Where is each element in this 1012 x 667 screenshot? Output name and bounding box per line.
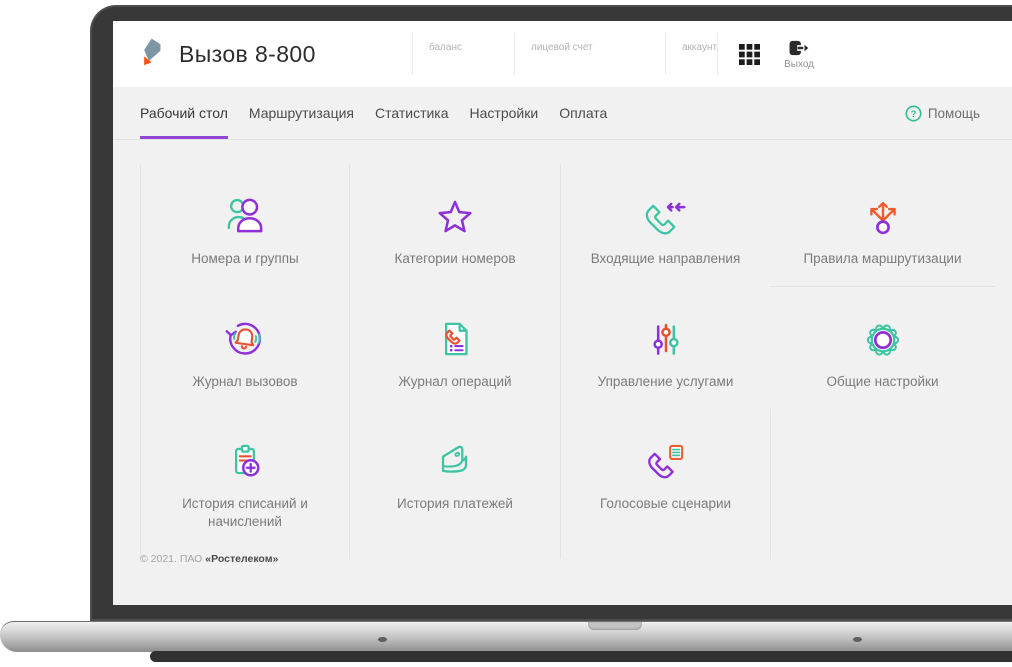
dashboard-tile[interactable]: Категории номеров	[349, 164, 560, 287]
nav-tab[interactable]: Настройки	[470, 87, 539, 139]
logout-label: Выход	[784, 58, 815, 70]
brand[interactable]: Вызов 8-800	[140, 37, 412, 71]
wallet-icon	[430, 436, 480, 486]
dashboard-tile[interactable]: История списаний и начислений	[140, 409, 349, 559]
rostelecom-logo	[144, 38, 161, 66]
page: Вызов 8-800 баланс лицевой счет аккаунт	[0, 0, 1012, 667]
nav-tab-label: Оплата	[559, 104, 608, 121]
laptop-latch-notch	[588, 622, 642, 630]
dashboard-tile[interactable]: Номера и группы	[140, 164, 349, 287]
dashboard-tile-label: Входящие направления	[590, 251, 741, 266]
app-header: Вызов 8-800 баланс лицевой счет аккаунт	[113, 21, 1012, 87]
incoming-call-icon	[641, 191, 691, 241]
nav-tab[interactable]: Статистика	[375, 87, 449, 139]
logout-button[interactable]: Выход	[784, 39, 814, 70]
laptop-base	[0, 621, 1012, 652]
dashboard-tile-label: Журнал операций	[398, 374, 512, 389]
copyright-prefix: © 2021. ПАО	[140, 553, 206, 565]
help-icon: ?	[905, 104, 922, 122]
users-icon	[220, 191, 270, 241]
header-fields: баланс лицевой счет аккаунт	[412, 33, 717, 75]
header-field-label: баланс	[429, 42, 462, 53]
dashboard: Номера и группы Категории номеров Входящ…	[113, 140, 1012, 605]
clipboard-plus-icon	[220, 436, 270, 486]
laptop-foot	[853, 637, 862, 642]
laptop-screen: Вызов 8-800 баланс лицевой счет аккаунт	[113, 21, 1012, 605]
dashboard-tile[interactable]: История платежей	[349, 409, 560, 559]
voice-script-icon	[641, 436, 691, 486]
dashboard-tile-label: Журнал вызовов	[192, 374, 298, 389]
star-icon	[430, 191, 480, 241]
dashboard-tile-label: История списаний и начислений	[182, 496, 308, 529]
dashboard-tile-label: Общие настройки	[826, 374, 939, 389]
sliders-icon	[641, 314, 691, 364]
gear-icon	[858, 314, 908, 364]
grid-apps-icon[interactable]	[739, 43, 761, 65]
laptop-foot	[378, 637, 387, 642]
dashboard-tile[interactable]: Общие настройки	[770, 287, 995, 409]
nav-tab-label: Настройки	[469, 104, 539, 121]
dashboard-tile-label: Номера и группы	[191, 251, 299, 266]
nav-tab[interactable]: Маршрутизация	[249, 87, 354, 139]
laptop-base-underside	[150, 651, 1012, 662]
dashboard-tile[interactable]: Правила маршрутизации	[770, 164, 995, 287]
help-label: Помощь	[927, 105, 980, 121]
svg-text:?: ?	[910, 108, 916, 119]
operations-log-icon	[430, 314, 480, 364]
copyright-company: «Ростелеком»	[205, 553, 279, 565]
dashboard-tile-label: Категории номеров	[394, 251, 516, 266]
tabs-row: Рабочий стол Маршрутизация Статистика На…	[113, 87, 1012, 140]
app-title: Вызов 8-800	[179, 40, 316, 67]
header-field-label: лицевой счет	[531, 42, 593, 53]
dashboard-tile-label: Управление услугами	[597, 374, 734, 389]
nav-tab[interactable]: Оплата	[559, 87, 607, 139]
dashboard-tile-label: История платежей	[397, 496, 513, 511]
nav-tab-label: Статистика	[375, 104, 449, 121]
dashboard-tile[interactable]: Голосовые сценарии	[560, 409, 770, 559]
tile-grid: Номера и группы Категории номеров Входящ…	[140, 140, 995, 559]
routing-arrows-icon	[858, 191, 908, 241]
header-actions: Выход	[717, 33, 1012, 75]
dashboard-tile[interactable]: Управление услугами	[560, 287, 770, 409]
dashboard-tile-label: Правила маршрутизации	[803, 251, 962, 266]
nav-tabs: Рабочий стол Маршрутизация Статистика На…	[140, 87, 607, 139]
dashboard-tile[interactable]: Журнал операций	[349, 287, 560, 409]
nav-tab-label: Маршрутизация	[248, 104, 354, 121]
call-log-icon	[220, 314, 270, 364]
nav-tab[interactable]: Рабочий стол	[140, 87, 228, 139]
header-field[interactable]: аккаунт	[665, 33, 717, 75]
dashboard-tile[interactable]: Входящие направления	[560, 164, 770, 287]
help-link[interactable]: ? Помощь	[905, 87, 980, 139]
logout-icon	[789, 40, 810, 55]
header-field[interactable]: баланс	[412, 33, 514, 75]
dashboard-tile[interactable]: Журнал вызовов	[140, 287, 349, 409]
nav-tab-label: Рабочий стол	[140, 104, 228, 121]
header-field-label: аккаунт	[682, 42, 718, 53]
dashboard-tile-label: Голосовые сценарии	[599, 496, 732, 511]
header-field[interactable]: лицевой счет	[514, 33, 665, 75]
